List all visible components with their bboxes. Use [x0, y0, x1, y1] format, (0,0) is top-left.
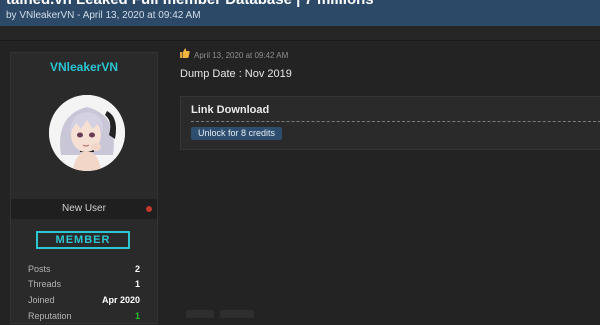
stat-value: 2 [134, 264, 140, 274]
stat-value[interactable]: 1 [135, 311, 140, 321]
user-card: VNleakerVN New User MEMBER Posts 2 Threa… [10, 52, 158, 324]
stat-value: 1 [134, 279, 140, 289]
user-title: New User [62, 203, 106, 214]
status-dot-icon [146, 206, 152, 212]
username-link[interactable]: VNleakerVN [11, 60, 157, 74]
post-body-text: Dump Date : Nov 2019 [180, 68, 292, 80]
thread-title: tained.vn Leaked Full member Database | … [6, 0, 374, 8]
user-group-banner: MEMBER [36, 231, 130, 249]
post-action-button[interactable] [220, 310, 254, 318]
stat-posts: Posts 2 [28, 264, 140, 278]
stat-threads: Threads 1 [28, 279, 140, 293]
thread-header: tained.vn Leaked Full member Database | … [0, 0, 600, 26]
stat-label: Reputation [28, 311, 72, 321]
stat-value: Apr 2020 [101, 295, 140, 305]
stat-reputation: Reputation 1 [28, 311, 140, 325]
stat-label: Joined [28, 295, 55, 305]
stat-label: Posts [28, 264, 51, 274]
post-action-button[interactable] [186, 310, 214, 318]
hidden-content-box: Link Download Unlock for 8 credits [180, 96, 600, 150]
avatar-image [49, 95, 125, 171]
stat-joined: Joined Apr 2020 [28, 295, 140, 309]
stat-label: Threads [28, 279, 62, 289]
user-title-bar: New User [11, 199, 157, 219]
thread-byline: by VNleakerVN - April 13, 2020 at 09:42 … [6, 10, 201, 21]
header-divider [0, 26, 600, 41]
unlock-button[interactable]: Unlock for 8 credits [191, 127, 283, 140]
hidden-content-title: Link Download [191, 104, 270, 116]
dashed-divider [191, 121, 600, 122]
avatar[interactable] [49, 95, 125, 171]
thumbs-up-icon [180, 48, 190, 58]
post-date[interactable]: April 13, 2020 at 09:42 AM [194, 51, 288, 60]
